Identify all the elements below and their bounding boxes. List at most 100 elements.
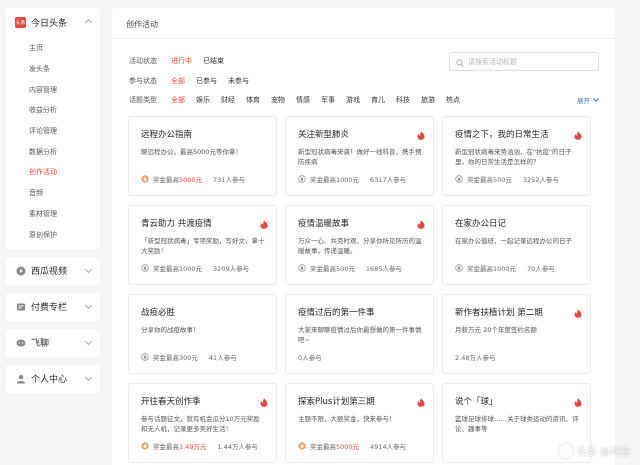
card-meta: 2.48万人参与 bbox=[455, 352, 495, 362]
section-header[interactable]: 飞聊 bbox=[6, 329, 100, 357]
watermark-text: 头条 @问答 bbox=[576, 447, 630, 458]
sidebar-item[interactable]: 主页 bbox=[6, 38, 100, 59]
chevron-down-icon[interactable] bbox=[84, 373, 93, 381]
filter-option[interactable]: 已结束 bbox=[203, 56, 224, 66]
filter-topic: 话题类型 全部 娱乐 财经 体育 宠物 情感 军事 游戏 育儿 科技 旅游 热点 bbox=[129, 95, 471, 105]
prize-amount: 5000元 bbox=[336, 443, 360, 451]
activity-grid: 远程办公指南 聊远程办公，最高5000元等你拿！ 奖金最高5000元 731人参与 关注… bbox=[128, 116, 598, 463]
expand-label: 展开 bbox=[577, 97, 590, 105]
prize-prefix: 奖金最高 bbox=[310, 176, 336, 184]
sidebar-item[interactable]: 数据分析 bbox=[6, 141, 100, 162]
section-header[interactable]: 个人中心 bbox=[6, 365, 100, 393]
card-meta: 奖金最高1000元 3209人参与 bbox=[141, 263, 249, 273]
search-box[interactable] bbox=[449, 52, 599, 71]
activity-card[interactable]: 疫情之下，我的日常生活 新型冠状病毒来势汹汹，在"抗疫"的日子里，你的日常生活是怎… bbox=[442, 116, 591, 196]
expand-button[interactable]: 展开 bbox=[577, 95, 599, 105]
sidebar-section: 付费专栏 bbox=[6, 292, 100, 321]
sidebar-item[interactable]: 原创保护 bbox=[6, 224, 100, 245]
sidebar-item[interactable]: 内容管理 bbox=[6, 79, 100, 100]
prize-prefix: 奖金最高 bbox=[153, 443, 179, 451]
card-meta: 奖金最高300元 41人参与 bbox=[141, 352, 237, 362]
prize-icon bbox=[455, 175, 463, 183]
prize: 奖金最高5000元 bbox=[153, 174, 202, 184]
filter-option[interactable]: 旅游 bbox=[421, 95, 435, 105]
hot-fire-icon bbox=[574, 392, 582, 411]
participant-count: 0人参与 bbox=[298, 354, 322, 362]
section-header[interactable]: 西瓜视频 bbox=[6, 257, 100, 285]
user-icon bbox=[15, 373, 26, 384]
section-label: 西瓜视频 bbox=[31, 267, 68, 278]
activity-card[interactable]: 新作者扶植计划 第二期 月薪万元 20个年度签约名额 2.48万人参与 bbox=[442, 294, 591, 374]
participant-count: 1685人参与 bbox=[365, 265, 402, 273]
activity-card[interactable]: 探索Plus计划第三期 主题不限，大额奖金，快来参与！ 奖金最高5000元 4914人… bbox=[285, 383, 434, 463]
activity-card[interactable]: 在家办公日记 在家办公值班，一起记录远程办公的日子 奖金最高1000元 70人参与 bbox=[442, 205, 591, 285]
filter-status: 活动状态 进行中 已结束 bbox=[129, 56, 235, 66]
participant-count: 1.44万人参与 bbox=[217, 443, 258, 451]
filter-option[interactable]: 军事 bbox=[321, 95, 335, 105]
prize-icon bbox=[298, 442, 306, 450]
sidebar-section: 个人中心 bbox=[6, 364, 100, 393]
toutiao-header[interactable]: 头条 今日头条 bbox=[6, 8, 100, 36]
sidebar-item[interactable]: 音频 bbox=[6, 183, 100, 204]
toutiao-title: 今日头条 bbox=[31, 18, 68, 29]
filter-option[interactable]: 进行中 bbox=[171, 56, 192, 66]
sidebar-section: 飞聊 bbox=[6, 328, 100, 357]
card-title: 在家办公日记 bbox=[455, 219, 507, 229]
prize: 奖金最高5000元 bbox=[310, 441, 359, 451]
filter-option[interactable]: 热点 bbox=[446, 95, 460, 105]
activity-card[interactable]: 远程办公指南 聊远程办公，最高5000元等你拿！ 奖金最高5000元 731人参与 bbox=[128, 116, 277, 196]
card-title: 疫情过后的第一件事 bbox=[298, 308, 375, 318]
card-title: 新作者扶植计划 第二期 bbox=[455, 308, 543, 318]
activity-card[interactable]: 疫情过后的第一件事 大家来聊聊疫情过后你最想做的第一件事情吧~ 0人参与 bbox=[285, 294, 434, 374]
section-header[interactable]: 付费专栏 bbox=[6, 293, 100, 321]
sidebar-item[interactable]: 发头条 bbox=[6, 59, 100, 80]
card-meta: 奖金最高1.49万元 1.44万人参与 bbox=[141, 441, 258, 451]
activity-card[interactable]: 开往春天创作季 参与话题征文，就有机会瓜分10万元奖励和无人机，记录更多美好生活！… bbox=[128, 383, 277, 463]
search-input[interactable] bbox=[468, 57, 588, 66]
filter-option[interactable]: 全部 bbox=[171, 95, 185, 105]
filter-option[interactable]: 娱乐 bbox=[196, 95, 210, 105]
toutiao-panel: 头条 今日头条 主页 发头条 内容管理 收益分析 评论管理 数据分析 创作活动 音频 素材管理原… bbox=[6, 8, 100, 249]
prize-icon bbox=[455, 264, 463, 272]
filter-option[interactable]: 体育 bbox=[246, 95, 260, 105]
activity-card[interactable]: 战疫必胜 分享你的战疫故事！ 奖金最高300元 41人参与 bbox=[128, 294, 277, 374]
filter-option[interactable]: 科技 bbox=[396, 95, 410, 105]
filter-option[interactable]: 宠物 bbox=[271, 95, 285, 105]
chevron-up-icon[interactable] bbox=[84, 18, 93, 27]
sidebar-item[interactable]: 收益分析 bbox=[6, 100, 100, 121]
participant-count: 2.48万人参与 bbox=[455, 354, 496, 362]
card-description: 新型冠状病毒来势汹汹，在"抗疫"的日子里，你的日常生活是怎样的？ bbox=[455, 148, 572, 166]
sidebar-item[interactable]: 评论管理 bbox=[6, 121, 100, 142]
chevron-down-icon[interactable] bbox=[84, 337, 93, 345]
card-description: 「新型冠状病毒」专项奖励，写好文，拿十大奖励！ bbox=[141, 237, 265, 255]
filter-option[interactable]: 已参与 bbox=[196, 76, 217, 86]
filter-option[interactable]: 财经 bbox=[221, 95, 235, 105]
filter-option[interactable]: 游戏 bbox=[346, 95, 360, 105]
section-label: 个人中心 bbox=[31, 375, 68, 386]
sidebar-item[interactable]: 创作活动 bbox=[6, 162, 100, 183]
page-title: 创作活动 bbox=[126, 20, 158, 29]
filter-option[interactable]: 情感 bbox=[296, 95, 310, 105]
title-divider bbox=[112, 38, 615, 39]
card-title: 关注新型肺炎 bbox=[298, 130, 350, 140]
activity-card[interactable]: 青云助力 共渡疫情 「新型冠状病毒」专项奖励，写好文，拿十大奖励！ 奖金最高1000… bbox=[128, 205, 277, 285]
prize-amount: 1000元 bbox=[493, 265, 517, 273]
main-panel: 创作活动 活动状态 进行中 已结束 参与状态 全部 已参与 未参与 话题类型 全部 娱乐… bbox=[112, 8, 615, 465]
filter-label: 活动状态 bbox=[129, 57, 157, 65]
prize-amount: 1.49万元 bbox=[179, 443, 207, 451]
filter-option[interactable]: 未参与 bbox=[228, 76, 249, 86]
activity-card[interactable]: 关注新型肺炎 新型冠状病毒来袭！做好一线科普，携手预防疾病 奖金最高1000元 631… bbox=[285, 116, 434, 196]
prize-prefix: 奖金最高 bbox=[310, 443, 336, 451]
sidebar-item[interactable]: 素材管理 bbox=[6, 204, 100, 225]
chevron-down-icon[interactable] bbox=[84, 265, 93, 273]
prize: 奖金最高1000元 bbox=[310, 174, 359, 184]
chevron-down-icon[interactable] bbox=[84, 301, 93, 309]
prize-icon bbox=[141, 175, 149, 183]
activity-card[interactable]: 疫情温暖故事 万众一心、共克时艰，分享你所见所历的温暖故事，传递温暖。 奖金最高50… bbox=[285, 205, 434, 285]
filter-option[interactable]: 育儿 bbox=[371, 95, 385, 105]
hot-fire-icon bbox=[417, 392, 425, 411]
filter-option[interactable]: 全部 bbox=[171, 76, 185, 86]
filter-label: 话题类型 bbox=[129, 96, 157, 104]
prize: 奖金最高300元 bbox=[153, 352, 198, 362]
prize-icon bbox=[141, 442, 149, 450]
